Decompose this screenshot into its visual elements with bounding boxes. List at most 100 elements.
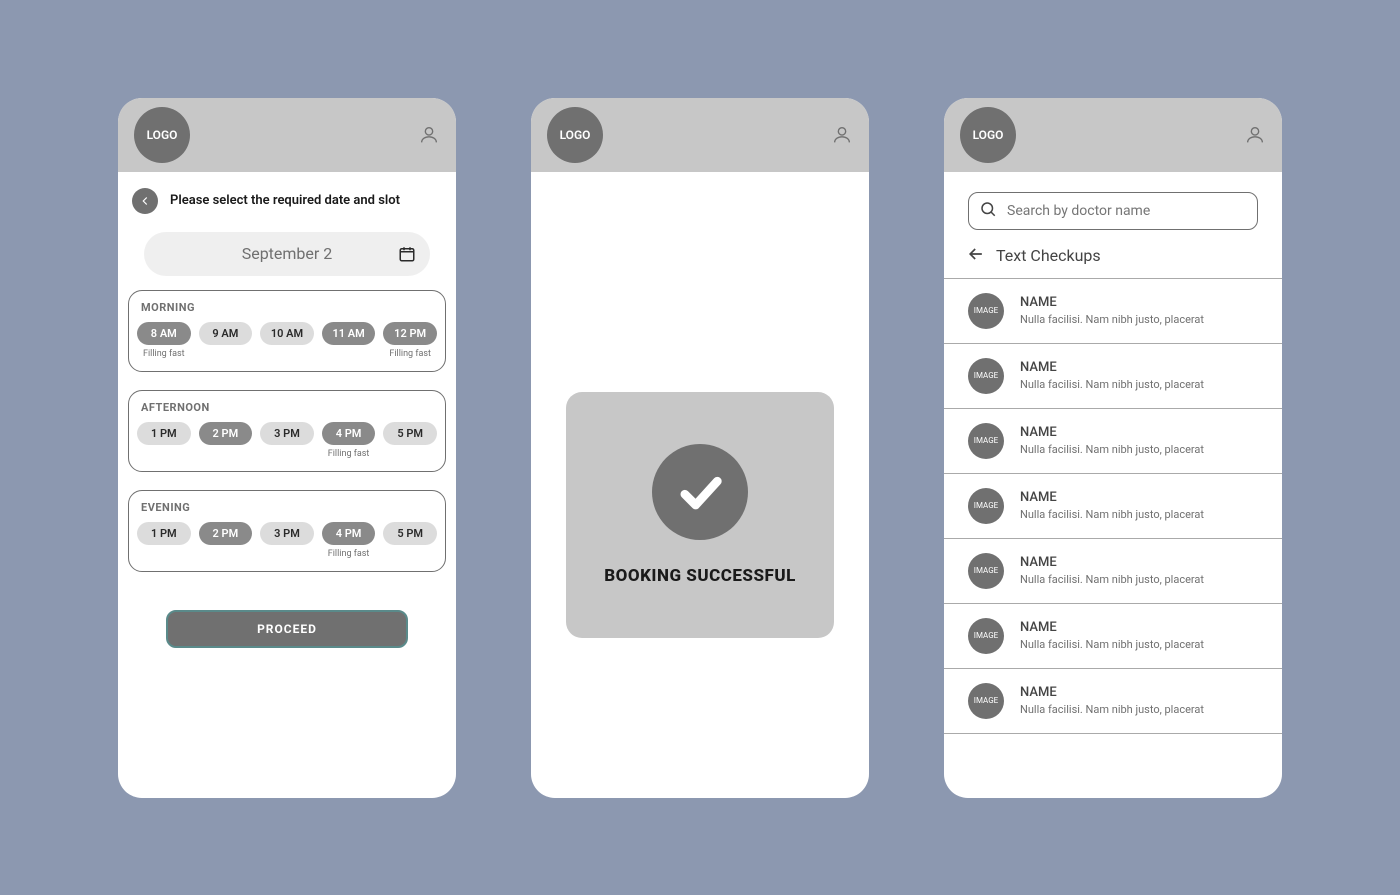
slot-cell: 5 PM [383,422,437,459]
doctor-row[interactable]: IMAGENAMENulla facilisi. Nam nibh justo,… [944,669,1282,734]
doctor-name: NAME [1020,685,1204,700]
profile-icon[interactable] [831,124,853,146]
slot-cell: 11 AM [322,322,376,359]
screen1-body: Please select the required date and slot… [118,172,456,798]
slot-row: 1 PM 2 PM 3 PM 4 PM Filling fast 5 PM [137,422,437,459]
arrow-left-icon [966,244,986,268]
doctor-row[interactable]: IMAGE NAMENulla facilisi. Nam nibh justo,… [944,474,1282,539]
logo: LOGO [547,107,603,163]
time-slot[interactable]: 8 AM [137,322,191,345]
calendar-icon [398,245,416,263]
doctor-desc: Nulla facilisi. Nam nibh justo, placerat [1020,443,1204,456]
doctor-desc: Nulla facilisi. Nam nibh justo, placerat [1020,638,1204,651]
avatar: IMAGE [968,358,1004,394]
doctor-row[interactable]: IMAGE NAME Nulla facilisi. Nam nibh justo,… [944,539,1282,604]
doctor-name: NAME [1020,555,1204,570]
app-header: LOGO [531,98,869,172]
search-input[interactable] [1007,203,1247,219]
time-slot[interactable]: 10 AM [260,322,314,345]
logo: LOGO [134,107,190,163]
slot-note: Filling fast [328,549,370,559]
screen-slot-selection: LOGO Please select the required date and… [118,98,456,798]
doctor-name: NAME [1020,620,1204,635]
time-slot[interactable]: 1 PM [137,522,191,545]
search-wrap [944,172,1282,238]
doctor-name: NAME [1020,425,1204,440]
doctor-row[interactable]: IMAGE NAME Nulla facilisi. Nam nibh justo,… [944,279,1282,344]
time-slot[interactable]: 2 PM [199,422,253,445]
search-icon [979,200,997,222]
slot-row: 8 AM Filling fast 9 AM 10 AM 11 AM 12 PM Filli… [137,322,437,359]
time-slot[interactable]: 1 PM [137,422,191,445]
success-card: BOOKING SUCCESSFUL [566,392,834,638]
doctor-row[interactable]: IMAGE NAME Nulla facilisi. Nam nibh justo,… [944,604,1282,669]
doctor-list: IMAGE NAME Nulla facilisi. Nam nibh justo,… [944,278,1282,734]
doctor-name: NAME [1020,490,1204,505]
doctor-info: NAME Nulla facilisi. Nam nibh justo, plac… [1020,685,1204,716]
profile-icon[interactable] [418,124,440,146]
search-box[interactable] [968,192,1258,230]
slot-group: EVENING1 PM2 PM3 PM4 PMFilling fast5 PM [128,490,446,572]
doctor-row[interactable]: IMAGE NAME Nulla facilisi. Nam nibh justo,… [944,409,1282,474]
time-slot[interactable]: 4 PM [322,422,376,445]
avatar: IMAGE [968,618,1004,654]
doctor-name: NAME [1020,295,1204,310]
slot-cell: 1 PM [137,422,191,459]
doctor-desc: Nulla facilisi. Nam nibh justo, placerat [1020,313,1204,326]
proceed-button[interactable]: PROCEED [166,610,408,648]
screen1-topbar: Please select the required date and slot [118,172,456,224]
time-slot[interactable]: 3 PM [260,522,314,545]
avatar: IMAGE [968,293,1004,329]
time-slot[interactable]: 4 PM [322,522,376,545]
doctor-name: NAME [1020,360,1204,375]
doctor-info: NAME Nulla facilisi. Nam nibh justo, plac… [1020,360,1204,391]
time-slot[interactable]: 9 AM [199,322,253,345]
slot-cell: 1 PM [137,522,191,559]
back-row[interactable]: Text Checkups [944,238,1282,278]
screen2-body: BOOKING SUCCESSFUL [531,172,869,798]
screen1-title: Please select the required date and slot [170,193,400,208]
doctor-info: NAME Nulla facilisi. Nam nibh justo, plac… [1020,295,1204,326]
date-picker[interactable]: September 2 [144,232,430,276]
profile-icon[interactable] [1244,124,1266,146]
doctor-desc: Nulla facilisi. Nam nibh justo, placerat [1020,573,1204,586]
back-button[interactable] [132,188,158,214]
time-slot[interactable]: 2 PM [199,522,253,545]
slot-cell: 10 AM [260,322,314,359]
time-slot[interactable]: 12 PM [383,322,437,345]
slot-cell: 3 PM [260,522,314,559]
doctor-info: NAME Nulla facilisi. Nam nibh justo, plac… [1020,620,1204,651]
slot-cell: 4 PM Filling fast [322,522,376,559]
slot-cell: 2 PM [199,422,253,459]
doctor-desc: Nulla facilisi. Nam nibh justo, placerat [1020,378,1204,391]
success-message: BOOKING SUCCESSFUL [604,566,796,586]
doctor-info: NAME Nulla facilisi. Nam nibh justo, plac… [1020,425,1204,456]
slot-note: Filling fast [389,349,431,359]
slot-cell: 12 PM Filling fast [383,322,437,359]
slot-cell: 5 PM [383,522,437,559]
slot-row: 1 PM 2 PM 3 PM 4 PM Filling fast 5 PM [137,522,437,559]
slot-cell: 8 AM Filling fast [137,322,191,359]
doctor-info: NAME Nulla facilisi. Nam nibh justo, plac… [1020,555,1204,586]
doctor-row[interactable]: IMAGE NAME Nulla facilisi. Nam nibh justo,… [944,344,1282,409]
checkmark-icon [652,444,748,540]
doctor-info: NAMENulla facilisi. Nam nibh justo, plac… [1020,490,1204,521]
slot-cell: 2 PM [199,522,253,559]
slot-group-title: AFTERNOON [137,401,437,414]
back-label: Text Checkups [996,246,1101,265]
slot-note: Filling fast [143,349,185,359]
time-slot[interactable]: 5 PM [383,422,437,445]
slot-cell: 3 PM [260,422,314,459]
slot-group: AFTERNOON 1 PM 2 PM 3 PM 4 PM Filling fast 5 P… [128,390,446,472]
doctor-desc: Nulla facilisi. Nam nibh justo, placerat [1020,703,1204,716]
time-slot[interactable]: 5 PM [383,522,437,545]
time-slot[interactable]: 11 AM [322,322,376,345]
screen-doctor-list: LOGO Text Checkups IMAGENAMENulla facili… [944,98,1282,798]
avatar: IMAGE [968,553,1004,589]
slot-group-title: MORNING [137,301,437,314]
slot-cell: 4 PM Filling fast [322,422,376,459]
time-slot[interactable]: 3 PM [260,422,314,445]
avatar: IMAGE [968,423,1004,459]
slot-note: Filling fast [328,449,370,459]
avatar: IMAGE [968,488,1004,524]
